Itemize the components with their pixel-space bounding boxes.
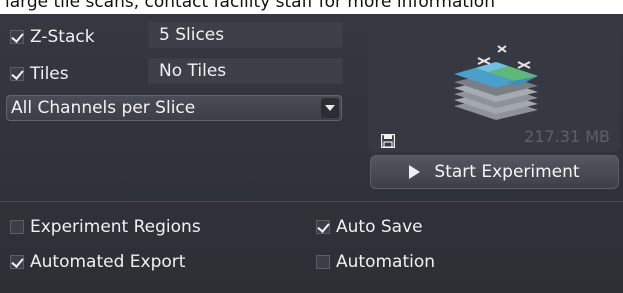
experiment-preview: 217.31 MB: [368, 24, 620, 152]
top-banner: large tile scans, contact facility staff…: [0, 0, 623, 14]
chevron-down-icon: [325, 105, 335, 111]
zstack-checkbox[interactable]: [10, 30, 24, 44]
auto-save-label: Auto Save: [336, 217, 423, 237]
experiment-regions-label: Experiment Regions: [30, 217, 201, 237]
tiles-checkbox[interactable]: [10, 67, 24, 81]
auto-save-checkbox[interactable]: [316, 220, 330, 234]
automation-option[interactable]: Automation: [316, 252, 435, 272]
tiles-value: No Tiles: [148, 58, 343, 84]
channel-mode-value: All Channels per Slice: [11, 98, 196, 118]
automation-checkbox[interactable]: [316, 255, 330, 269]
channel-mode-dropdown[interactable]: All Channels per Slice: [6, 95, 342, 121]
automated-export-checkbox[interactable]: [10, 255, 24, 269]
zstack-value: 5 Slices: [148, 22, 343, 48]
stack-icon: [454, 45, 538, 120]
dropdown-arrow-button[interactable]: [321, 98, 339, 118]
automated-export-label: Automated Export: [30, 252, 186, 272]
tiles-row[interactable]: Tiles: [10, 64, 69, 84]
start-experiment-button[interactable]: Start Experiment: [370, 155, 619, 189]
save-icon[interactable]: [380, 133, 396, 148]
experiment-regions-checkbox[interactable]: [10, 220, 24, 234]
zstack-label: Z-Stack: [30, 27, 95, 47]
tiles-label: Tiles: [30, 64, 69, 84]
experiment-panel: Z-Stack 5 Slices Tiles No Tiles All Chan…: [0, 14, 623, 293]
experiment-regions-option[interactable]: Experiment Regions: [10, 217, 201, 237]
divider: [0, 201, 623, 202]
zstack-row[interactable]: Z-Stack: [10, 27, 95, 47]
experiment-size: 217.31 MB: [524, 127, 610, 146]
auto-save-option[interactable]: Auto Save: [316, 217, 423, 237]
start-experiment-label: Start Experiment: [434, 162, 580, 182]
automation-label: Automation: [336, 252, 436, 272]
play-icon: [409, 165, 421, 179]
automated-export-option[interactable]: Automated Export: [10, 252, 185, 272]
banner-text: large tile scans, contact facility staff…: [5, 0, 495, 12]
